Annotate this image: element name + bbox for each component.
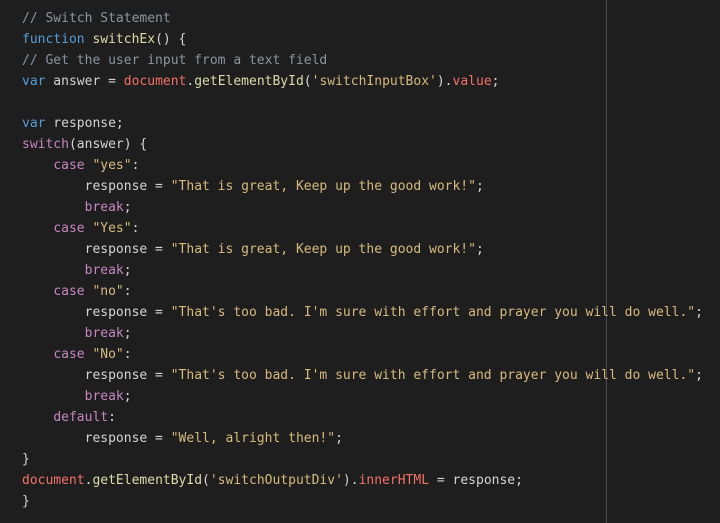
code-line[interactable]: var answer = document.getElementById('sw… [22,71,703,92]
code-token-plain: response = [22,179,171,194]
code-token-plain: answer = [45,74,124,89]
code-line[interactable]: response = "Well, alright then!"; [22,428,703,449]
code-token-func: getElementById [194,74,304,89]
code-token-plain: = response; [429,473,523,488]
code-line[interactable]: // Get the user input from a text field [22,50,703,71]
code-token-control: switch [22,137,69,152]
code-line[interactable]: break; [22,197,703,218]
code-token-string: "That's too bad. I'm sure with effort an… [170,368,696,383]
code-token-string: "That is great, Keep up the good work!" [170,179,476,194]
code-token-string: "That is great, Keep up the good work!" [170,242,476,257]
code-line[interactable]: case "yes": [22,155,703,176]
code-line[interactable]: case "No": [22,344,703,365]
code-token-plain: } [22,452,30,467]
code-token-plain: ; [695,305,703,320]
code-token-plain: response = [22,431,171,446]
code-token-control: break [84,389,124,404]
code-token-plain: } [22,494,30,509]
code-token-plain: ; [475,179,484,194]
code-token-plain: : [108,410,116,425]
code-token-string: "no" [92,284,124,299]
code-token-object: document [123,74,187,89]
code-token-plain: response; [45,116,124,131]
code-token-string: "That's too bad. I'm sure with effort an… [170,305,696,320]
code-token-keyword: var [22,116,46,131]
code-token-plain: ). [342,473,359,488]
code-token-comment: // Switch Statement [22,11,171,26]
code-token-plain: ( [303,74,312,89]
code-token-plain: : [123,347,132,362]
code-token-comment: // Get the user input from a text field [22,53,328,68]
code-token-string: "Well, alright then!" [170,431,336,446]
code-area[interactable]: // Switch Statement function switchEx() {… [22,8,703,512]
code-token-plain: ; [123,389,132,404]
code-line[interactable]: default: [22,407,703,428]
code-token-plain: ; [123,200,132,215]
code-token-prop: value [452,74,492,89]
code-token-string: 'switchOutputDiv' [209,473,343,488]
code-editor[interactable]: // Switch Statement function switchEx() {… [0,0,720,523]
code-token-plain: ; [475,242,484,257]
code-line[interactable]: case "Yes": [22,218,703,239]
code-token-plain: () { [155,32,187,47]
code-line[interactable]: break; [22,323,703,344]
code-token-string: "yes" [92,158,132,173]
code-token-plain: : [131,221,140,236]
code-token-func: switchEx [92,32,156,47]
code-line[interactable]: response = "That is great, Keep up the g… [22,176,703,197]
code-line[interactable]: case "no": [22,281,703,302]
code-token-control: break [84,326,124,341]
code-token-plain: response = [22,305,171,320]
code-line[interactable]: switch(answer) { [22,134,703,155]
code-line[interactable]: // Switch Statement [22,8,703,29]
code-token-plain: response = [22,242,171,257]
code-line[interactable]: response = "That's too bad. I'm sure wit… [22,302,703,323]
code-line[interactable]: var response; [22,113,703,134]
code-token-prop: innerHTML [358,473,430,488]
code-token-string: "No" [92,347,124,362]
code-token-string: "Yes" [92,221,132,236]
code-line[interactable] [22,92,703,113]
code-token-func: getElementById [92,473,203,488]
code-token-plain: (answer) { [68,137,148,152]
code-line[interactable]: } [22,449,703,470]
code-token-plain: : [131,158,140,173]
code-line[interactable]: document.getElementById('switchOutputDiv… [22,470,703,491]
code-line[interactable]: break; [22,386,703,407]
code-token-plain: ; [491,74,500,89]
code-token-control: break [84,263,124,278]
code-line[interactable]: function switchEx() { [22,29,703,50]
code-token-plain: ). [436,74,453,89]
code-token-control: case [53,221,85,236]
code-token-plain: ; [335,431,343,446]
code-token-object: document [22,473,85,488]
code-token-plain: ; [695,368,703,383]
code-token-keyword: function [22,32,85,47]
code-token-string: 'switchInputBox' [311,74,437,89]
code-line[interactable]: response = "That's too bad. I'm sure wit… [22,365,703,386]
code-line[interactable]: } [22,491,703,512]
code-token-plain: response = [22,368,171,383]
code-token-plain: ( [202,473,210,488]
code-line[interactable]: response = "That is great, Keep up the g… [22,239,703,260]
code-token-control: case [53,284,85,299]
code-token-control: break [84,200,124,215]
code-line[interactable]: break; [22,260,703,281]
code-token-control: case [53,347,85,362]
code-token-control: default [53,410,109,425]
code-token-plain: ; [123,263,132,278]
code-token-plain: : [123,284,132,299]
code-token-plain: ; [123,326,132,341]
code-token-keyword: var [22,74,46,89]
code-token-control: case [53,158,85,173]
